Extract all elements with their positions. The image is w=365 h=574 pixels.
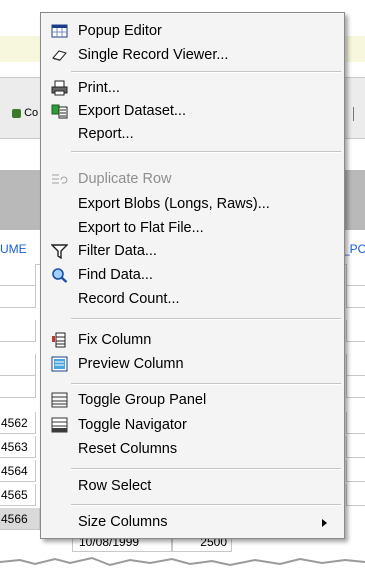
menu-item-single-record-viewer[interactable]: Single Record Viewer...: [41, 44, 344, 66]
menu-item-label: Fix Column: [78, 332, 152, 348]
menu-item-toggle-navigator[interactable]: Toggle Navigator: [41, 414, 344, 436]
menu-item-find-data[interactable]: Find Data...: [41, 264, 344, 286]
column-header-right[interactable]: _PO: [343, 242, 365, 256]
grid-cell[interactable]: [0, 354, 36, 376]
grid-row-id-selected[interactable]: 4566: [0, 508, 40, 530]
menu-item-popup-editor[interactable]: Popup Editor: [41, 20, 344, 42]
grid-cell[interactable]: [346, 320, 365, 342]
grid-cell[interactable]: [346, 376, 365, 398]
grid-row-id[interactable]: 4562: [0, 412, 36, 434]
context-menu: Popup Editor Single Record Viewer... Pri…: [40, 12, 345, 539]
grid-cell[interactable]: [0, 320, 36, 342]
toolbar-icon: [12, 108, 21, 118]
menu-item-label: Print...: [78, 80, 120, 96]
menu-separator: [71, 504, 341, 506]
popup-editor-icon: [51, 24, 68, 38]
menu-item-print[interactable]: Print...: [41, 77, 344, 99]
menu-separator: [71, 318, 341, 320]
menu-item-label: Record Count...: [78, 291, 180, 307]
menu-item-reset-columns[interactable]: Reset Columns: [41, 438, 344, 460]
menu-item-duplicate-row: Duplicate Row: [41, 168, 344, 190]
grid-cell[interactable]: [346, 460, 365, 482]
menu-item-label: Toggle Group Panel: [78, 392, 207, 408]
grid-info-strip-right: [346, 36, 365, 62]
grid-row-id[interactable]: 4564: [0, 460, 36, 482]
menu-item-label: Find Data...: [78, 267, 153, 283]
grid-row-id[interactable]: 4565: [0, 484, 36, 506]
grid-cell[interactable]: [346, 286, 365, 308]
grid-cell[interactable]: [0, 286, 36, 308]
menu-item-report[interactable]: Report...: [41, 123, 344, 145]
grid-cell[interactable]: [346, 412, 365, 434]
menu-separator: [71, 383, 341, 385]
record-viewer-icon: [52, 50, 67, 61]
grid-cell[interactable]: [346, 264, 365, 286]
filter-icon: [51, 244, 68, 259]
grid-cell[interactable]: [346, 484, 365, 506]
fix-column-icon: [52, 332, 66, 348]
menu-item-label: Size Columns: [78, 514, 168, 530]
column-header-left[interactable]: UME: [0, 242, 27, 256]
menu-item-record-count[interactable]: Record Count...: [41, 288, 344, 310]
menu-item-label: Reset Columns: [78, 441, 178, 457]
menu-item-toggle-group-panel[interactable]: Toggle Group Panel: [41, 389, 344, 411]
export-dataset-icon: [51, 104, 68, 119]
menu-item-label: Duplicate Row: [78, 171, 172, 187]
menu-item-label: Export Dataset...: [78, 103, 186, 119]
menu-item-export-dataset[interactable]: Export Dataset...: [41, 100, 344, 122]
navigator-icon: [51, 417, 68, 433]
grid-cell[interactable]: [0, 264, 36, 286]
menu-item-label: Filter Data...: [78, 243, 157, 259]
printer-icon: [51, 80, 68, 96]
menu-item-label: Export Blobs (Longs, Raws)...: [78, 196, 270, 212]
menu-item-preview-column[interactable]: Preview Column: [41, 353, 344, 375]
menu-item-label: Report...: [78, 126, 134, 142]
toolbar-left-item[interactable]: Co: [12, 107, 38, 119]
magnifier-icon: [52, 268, 68, 283]
grid-row-id[interactable]: 4563: [0, 436, 36, 458]
menu-item-filter-data[interactable]: Filter Data...: [41, 240, 344, 262]
menu-item-label: Toggle Navigator: [78, 417, 187, 433]
duplicate-row-icon: [52, 174, 68, 184]
grid-cell[interactable]: [0, 376, 36, 398]
menu-separator: [71, 151, 341, 153]
menu-item-export-flat-file[interactable]: Export to Flat File...: [41, 217, 344, 239]
menu-item-row-select[interactable]: Row Select: [41, 475, 344, 497]
menu-item-label: Row Select: [78, 478, 152, 494]
menu-item-export-blobs[interactable]: Export Blobs (Longs, Raws)...: [41, 193, 344, 215]
torn-edge-graphic: [0, 556, 365, 574]
menu-item-label: Preview Column: [78, 356, 184, 372]
toolbar-left-label: Co: [24, 107, 39, 119]
grid-cell[interactable]: [346, 436, 365, 458]
menu-item-label: Single Record Viewer...: [78, 47, 229, 63]
menu-separator: [71, 468, 341, 470]
group-panel-icon: [51, 392, 68, 408]
grid-info-strip-left: [0, 36, 40, 62]
toolbar-divider: [353, 107, 354, 121]
preview-column-icon: [51, 356, 68, 372]
grid-cell[interactable]: [346, 354, 365, 376]
menu-item-fix-column[interactable]: Fix Column: [41, 329, 344, 351]
menu-item-label: Popup Editor: [78, 23, 162, 39]
menu-item-label: Export to Flat File...: [78, 220, 204, 236]
menu-item-size-columns[interactable]: Size Columns: [41, 511, 344, 533]
submenu-arrow-icon: [322, 519, 327, 527]
menu-separator: [71, 71, 341, 73]
